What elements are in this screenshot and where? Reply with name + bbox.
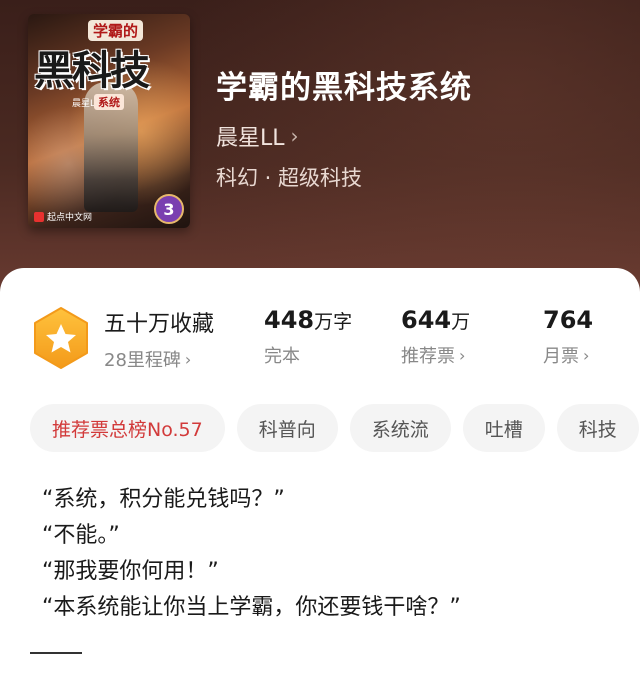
cover-publisher: 起点中文网 xyxy=(34,210,92,223)
star-hexagon-icon xyxy=(34,307,88,369)
info-card: 五十万收藏 28里程碑 › 448万字 完本 644万 推荐票 › 764 月票… xyxy=(0,268,640,688)
chevron-right-icon: › xyxy=(459,345,466,365)
cover-small-tag: 系统 xyxy=(94,94,124,110)
book-genre: 科幻 · 超级科技 xyxy=(216,166,363,190)
favorites-stat[interactable]: 五十万收藏 28里程碑 › xyxy=(104,306,214,372)
tag-item[interactable]: 系统流 xyxy=(349,404,451,452)
author-name: 晨星LL xyxy=(216,126,285,151)
book-intro[interactable]: “系统，积分能兑钱吗？” “不能。” “那我要你何用！” “本系统能让你当上学霸… xyxy=(42,482,461,626)
intro-line: “系统，积分能兑钱吗？” xyxy=(42,487,285,512)
tag-ranking[interactable]: 推荐票总榜No.57 xyxy=(30,404,225,452)
book-header: 学霸的 黑科技 晨星LL著 系统 起点中文网 3 学霸的黑科技系统 晨星LL ›… xyxy=(0,0,640,300)
cover-big-title: 黑科技 xyxy=(34,48,150,94)
milestone-label: 28里程碑 xyxy=(104,350,181,371)
intro-line: “那我要你何用！” xyxy=(42,559,219,584)
chevron-right-icon: › xyxy=(583,345,590,365)
book-title: 学霸的黑科技系统 xyxy=(216,70,472,106)
intro-line: “不能。” xyxy=(42,523,120,548)
divider xyxy=(30,652,82,654)
recommend-stat[interactable]: 644万 推荐票 › xyxy=(401,306,470,368)
publisher-logo-icon xyxy=(34,211,44,222)
word-count-value: 448 xyxy=(264,306,315,334)
word-count-unit: 万字 xyxy=(314,311,353,333)
book-cover[interactable]: 学霸的 黑科技 晨星LL著 系统 起点中文网 3 xyxy=(28,14,190,228)
favorites-count: 五十万收藏 xyxy=(104,312,215,337)
tag-list: 推荐票总榜No.57 科普向 系统流 吐槽 科技 xyxy=(30,404,639,452)
intro-line: “本系统能让你当上学霸，你还要钱干啥？” xyxy=(42,595,461,620)
cover-publisher-label: 起点中文网 xyxy=(47,213,93,223)
milestone-link[interactable]: 28里程碑 › xyxy=(104,346,214,372)
tag-item[interactable]: 吐槽 xyxy=(462,404,545,452)
chevron-right-icon: › xyxy=(184,349,192,369)
words-stat: 448万字 完本 xyxy=(264,306,352,368)
cover-level-badge: 3 xyxy=(154,194,184,224)
recommend-votes-label: 推荐票 xyxy=(401,346,455,367)
author-link[interactable]: 晨星LL › xyxy=(216,120,299,152)
recommend-votes-unit: 万 xyxy=(451,311,471,333)
tag-item[interactable]: 科技 xyxy=(556,404,639,452)
tag-item[interactable]: 科普向 xyxy=(236,404,338,452)
monthly-votes-label: 月票 xyxy=(543,346,579,367)
monthly-votes-value: 764 xyxy=(543,306,594,334)
monthly-stat[interactable]: 764 月票 › xyxy=(543,306,593,368)
recommend-votes-value: 644 xyxy=(401,306,452,334)
completion-status: 完本 xyxy=(264,346,300,367)
chevron-right-icon: › xyxy=(290,124,299,148)
